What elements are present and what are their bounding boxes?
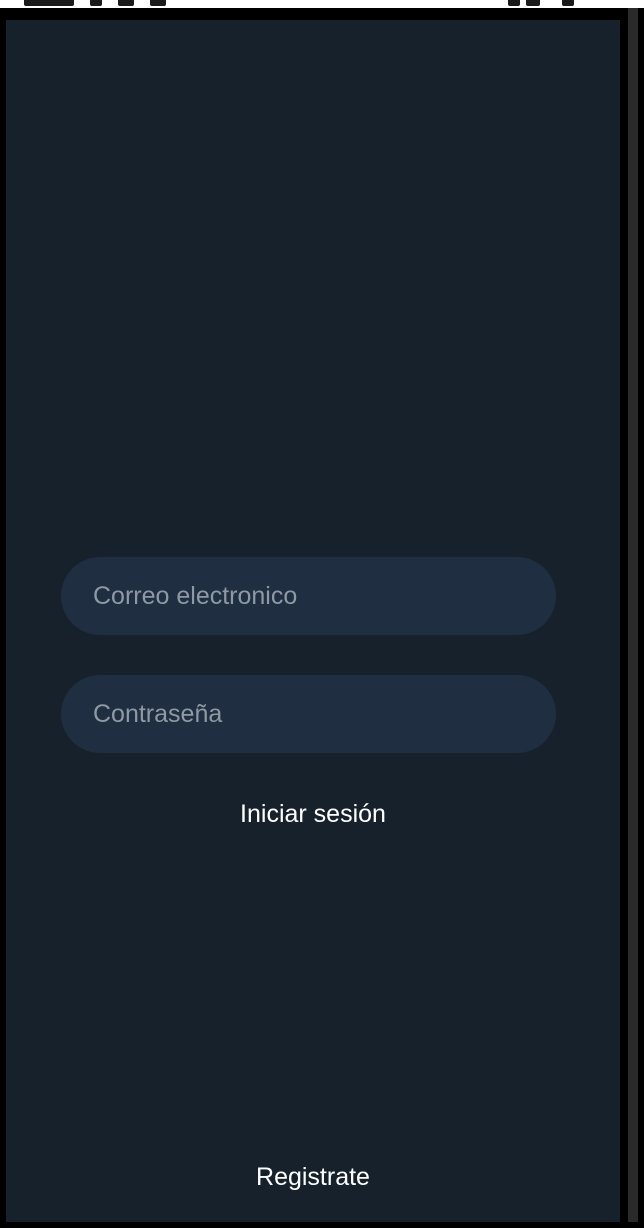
register-button[interactable]: Registrate <box>6 1163 620 1192</box>
status-icon <box>150 0 166 6</box>
password-field[interactable] <box>93 675 556 753</box>
signal-icon <box>526 0 540 6</box>
status-icon <box>90 0 102 6</box>
status-icon <box>118 0 134 6</box>
device-frame: Iniciar sesión Registrate <box>0 0 644 1228</box>
login-button[interactable]: Iniciar sesión <box>6 800 620 829</box>
login-screen: Iniciar sesión Registrate <box>6 20 620 1222</box>
status-bar <box>0 0 644 8</box>
window-edge <box>628 8 638 1222</box>
status-time-fragment <box>24 0 74 6</box>
email-field-container <box>61 557 556 635</box>
password-field-container <box>61 675 556 753</box>
email-field[interactable] <box>93 557 556 635</box>
wifi-icon <box>508 0 520 6</box>
battery-icon <box>562 0 574 6</box>
